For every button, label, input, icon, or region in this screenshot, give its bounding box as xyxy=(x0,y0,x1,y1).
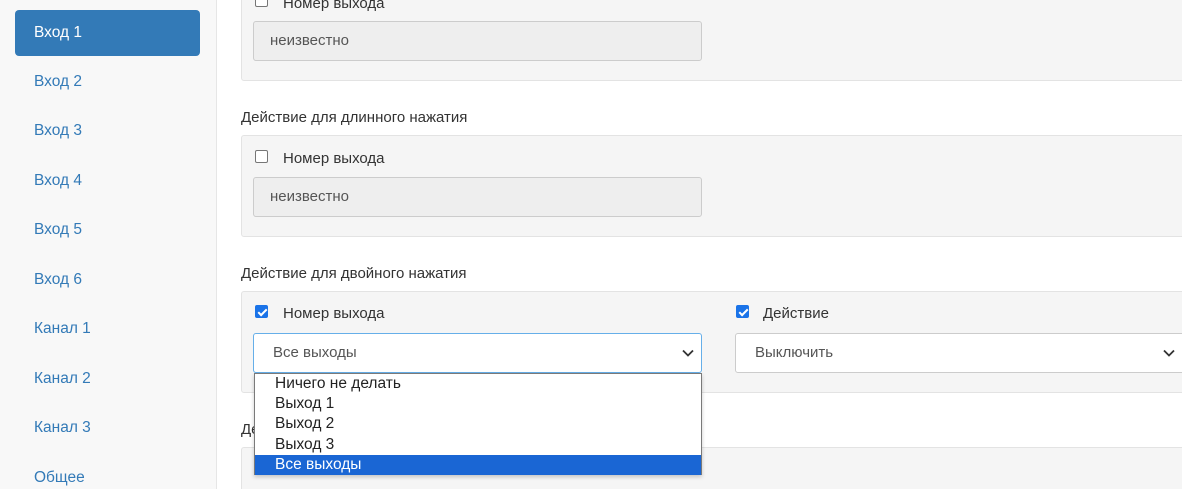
sidebar-item-channel-2[interactable]: Канал 2 xyxy=(15,356,200,402)
long-press-output-checkbox[interactable] xyxy=(255,150,268,163)
short-press-output-checkbox[interactable] xyxy=(255,0,268,7)
long-press-title: Действие для длинного нажатия xyxy=(241,109,468,126)
sidebar-item-input-1[interactable]: Вход 1 xyxy=(15,10,200,56)
double-press-output-select[interactable]: Все выходы xyxy=(253,333,702,373)
short-press-output-label: Номер выхода xyxy=(283,0,385,12)
long-press-output-label: Номер выхода xyxy=(283,150,385,167)
long-press-output-field: неизвестно xyxy=(253,177,702,217)
double-press-action-checkbox[interactable] xyxy=(736,305,749,318)
dropdown-option-all-outputs[interactable]: Все выходы xyxy=(255,454,701,475)
double-press-action-select[interactable]: Выключить xyxy=(735,333,1182,373)
output-dropdown-list[interactable]: Ничего не делать Выход 1 Выход 2 Выход 3… xyxy=(254,373,702,475)
dropdown-option-output-1[interactable]: Выход 1 xyxy=(255,394,701,414)
sidebar-item-general[interactable]: Общее xyxy=(15,455,200,489)
sidebar-item-channel-3[interactable]: Канал 3 xyxy=(15,405,200,451)
dropdown-option-output-3[interactable]: Выход 3 xyxy=(255,435,701,455)
double-press-output-label: Номер выхода xyxy=(283,305,385,322)
double-press-action-label: Действие xyxy=(763,305,829,322)
double-press-output-select-value: Все выходы xyxy=(273,344,357,361)
sidebar-item-channel-1[interactable]: Канал 1 xyxy=(15,306,200,352)
chevron-down-icon xyxy=(1162,346,1176,360)
double-press-output-checkbox[interactable] xyxy=(255,305,268,318)
chevron-down-icon xyxy=(681,346,695,360)
dropdown-option-output-2[interactable]: Выход 2 xyxy=(255,414,701,434)
sidebar-item-input-6[interactable]: Вход 6 xyxy=(15,257,200,303)
double-press-action-select-value: Выключить xyxy=(755,344,834,361)
sidebar-item-input-5[interactable]: Вход 5 xyxy=(15,207,200,253)
dropdown-option-nothing[interactable]: Ничего не делать xyxy=(255,374,701,394)
double-press-title: Действие для двойного нажатия xyxy=(241,265,467,282)
sidebar-item-input-3[interactable]: Вход 3 xyxy=(15,108,200,154)
sidebar-item-input-2[interactable]: Вход 2 xyxy=(15,59,200,105)
sidebar-item-input-4[interactable]: Вход 4 xyxy=(15,158,200,204)
sidebar: Вход 1 Вход 2 Вход 3 Вход 4 Вход 5 Вход … xyxy=(0,0,217,489)
short-press-output-field: неизвестно xyxy=(253,21,702,61)
